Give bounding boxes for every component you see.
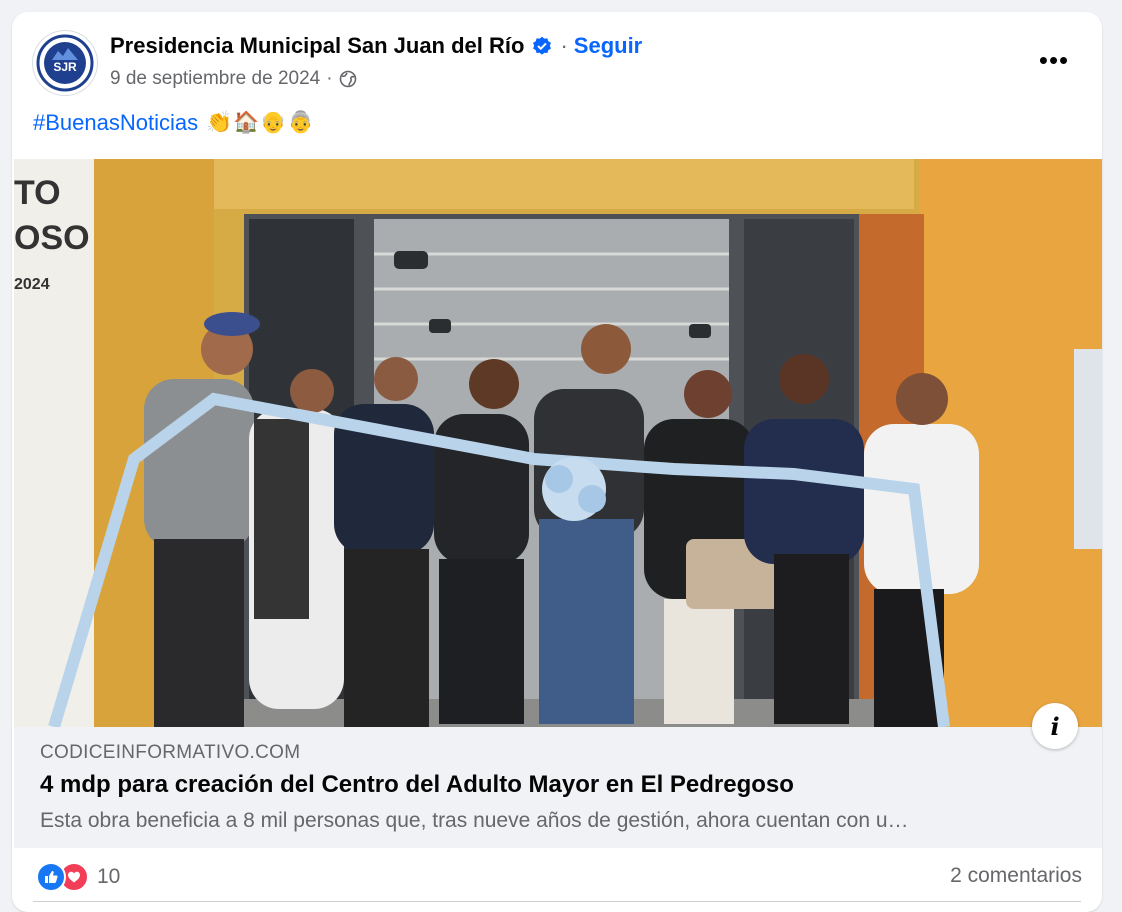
link-preview[interactable]: CODICEINFORMATIVO.COM 4 mdp para creació… xyxy=(14,727,1102,848)
comments-count[interactable]: 2 comentarios xyxy=(950,864,1082,888)
post-card: SJR Presidencia Municipal San Juan del R… xyxy=(12,12,1102,912)
hashtag-link[interactable]: #BuenasNoticias xyxy=(33,110,198,136)
page-avatar[interactable]: SJR xyxy=(33,31,97,95)
separator-dot: · xyxy=(560,33,568,58)
follow-button[interactable]: Seguir xyxy=(574,33,642,59)
reactions-summary[interactable]: 10 xyxy=(36,862,120,892)
info-button[interactable]: i xyxy=(1032,703,1078,749)
sjr-logo-icon: SJR xyxy=(36,34,94,92)
author-name[interactable]: Presidencia Municipal San Juan del Río xyxy=(110,33,524,59)
meta-separator: · xyxy=(326,68,333,89)
link-title[interactable]: 4 mdp para creación del Centro del Adult… xyxy=(40,771,794,799)
link-domain: CODICEINFORMATIVO.COM xyxy=(40,742,301,763)
post-emojis: 👏🏠👴👵 xyxy=(206,111,315,134)
reaction-count[interactable]: 10 xyxy=(97,865,120,889)
avatar-text: SJR xyxy=(53,60,77,74)
author-line: Presidencia Municipal San Juan del Río ·… xyxy=(110,33,642,59)
more-options-button[interactable]: ••• xyxy=(1028,42,1080,78)
post-photo[interactable]: TO OSO 2024 xyxy=(14,159,1102,727)
like-reaction-icon xyxy=(36,862,66,892)
globe-icon xyxy=(339,70,356,88)
post-text: #BuenasNoticias 👏🏠👴👵 xyxy=(33,110,315,136)
wall-text-line1: TO xyxy=(14,174,61,212)
post-date[interactable]: 9 de septiembre de 2024 xyxy=(110,68,320,90)
wall-text-line3: 2024 xyxy=(14,276,50,293)
post-meta: 9 de septiembre de 2024 · xyxy=(110,68,357,90)
wall-text-line2: OSO xyxy=(14,219,90,257)
link-description: Esta obra beneficia a 8 mil personas que… xyxy=(40,809,909,832)
verified-badge-icon xyxy=(533,36,552,55)
footer-divider xyxy=(33,901,1081,902)
ribbon-cutting-photo: TO OSO 2024 xyxy=(14,159,1102,727)
